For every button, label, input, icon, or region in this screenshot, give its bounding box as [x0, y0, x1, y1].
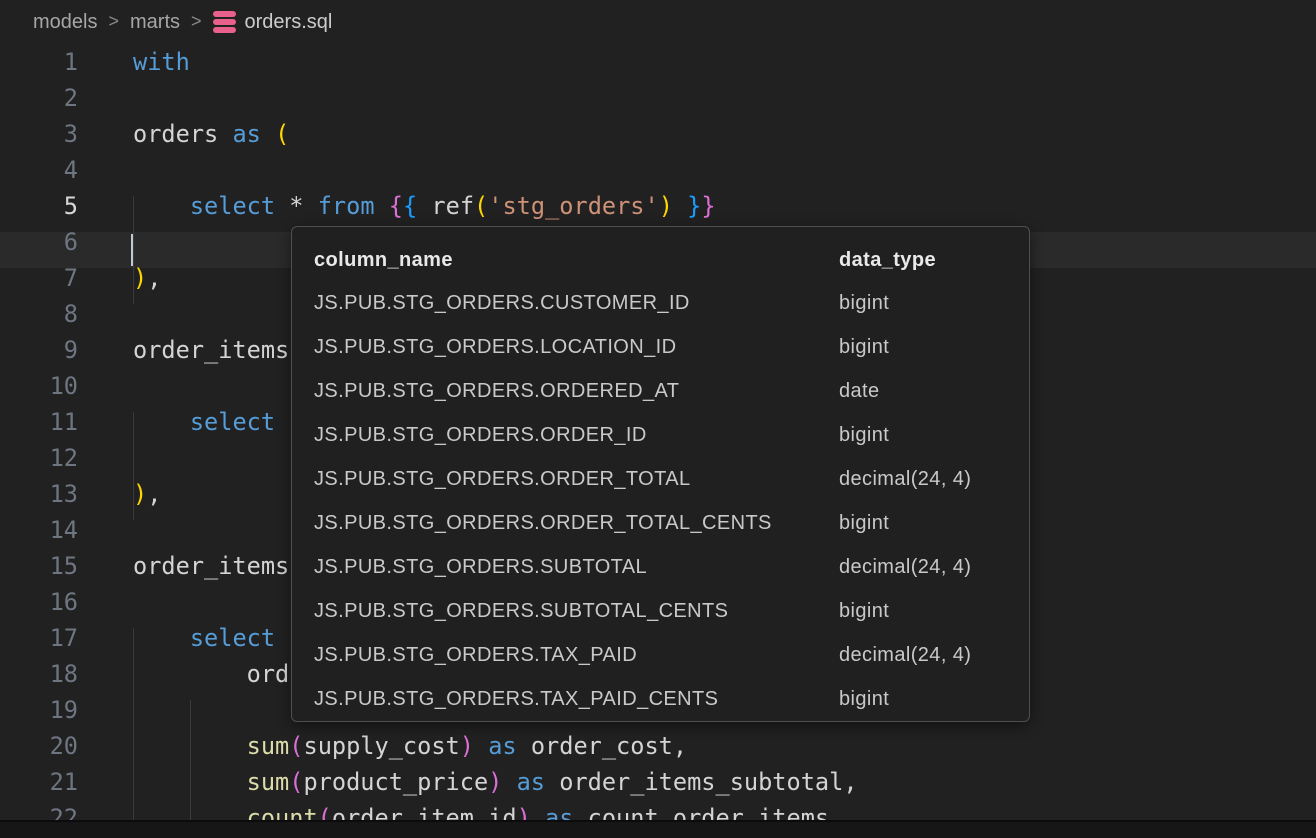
popup-row: JS.PUB.STG_ORDERS.SUBTOTAL_CENTSbigint	[292, 589, 1029, 633]
chevron-right-icon: >	[108, 11, 119, 32]
popup-cell-data-type: decimal(24, 4)	[839, 644, 1007, 667]
line-number: 8	[0, 296, 78, 332]
popup-rows: JS.PUB.STG_ORDERS.CUSTOMER_IDbigintJS.PU…	[292, 281, 1029, 721]
popup-cell-data-type: bigint	[839, 292, 1007, 315]
code-text	[78, 368, 133, 404]
popup-cell-column-name: JS.PUB.STG_ORDERS.ORDER_TOTAL_CENTS	[314, 512, 839, 535]
code-text	[78, 224, 133, 260]
code-text	[78, 152, 133, 188]
line-number: 19	[0, 692, 78, 728]
line-number: 14	[0, 512, 78, 548]
breadcrumb: models > marts > orders.sql	[0, 0, 1316, 44]
popup-cell-data-type: decimal(24, 4)	[839, 556, 1007, 579]
popup-cell-column-name: JS.PUB.STG_ORDERS.ORDER_TOTAL	[314, 468, 839, 491]
popup-cell-data-type: bigint	[839, 600, 1007, 623]
code-text: ),	[78, 260, 161, 296]
code-line[interactable]: 4	[0, 152, 1316, 188]
line-number: 16	[0, 584, 78, 620]
code-text	[78, 512, 133, 548]
popup-cell-data-type: bigint	[839, 336, 1007, 359]
popup-cell-data-type: bigint	[839, 424, 1007, 447]
popup-cell-column-name: JS.PUB.STG_ORDERS.ORDER_ID	[314, 424, 839, 447]
popup-header-data-type: data_type	[839, 249, 1007, 272]
code-text: select	[78, 404, 275, 440]
code-text: order_items	[78, 548, 289, 584]
popup-cell-data-type: bigint	[839, 512, 1007, 535]
popup-row: JS.PUB.STG_ORDERS.ORDERED_ATdate	[292, 369, 1029, 413]
popup-cell-column-name: JS.PUB.STG_ORDERS.TAX_PAID	[314, 644, 839, 667]
code-text: with	[78, 44, 190, 80]
database-icon	[213, 11, 236, 33]
line-number: 3	[0, 116, 78, 152]
code-line[interactable]: 21 sum(product_price) as order_items_sub…	[0, 764, 1316, 800]
breadcrumb-item-models[interactable]: models	[33, 11, 97, 34]
code-text: ord	[78, 656, 289, 692]
code-line[interactable]: 1with	[0, 44, 1316, 80]
code-text: sum(supply_cost) as order_cost,	[78, 728, 687, 764]
breadcrumb-item-marts[interactable]: marts	[130, 11, 180, 34]
popup-cell-data-type: date	[839, 380, 1007, 403]
line-number: 18	[0, 656, 78, 692]
line-number: 7	[0, 260, 78, 296]
code-text: sum(product_price) as order_items_subtot…	[78, 764, 858, 800]
popup-row: JS.PUB.STG_ORDERS.ORDER_TOTALdecimal(24,…	[292, 457, 1029, 501]
code-line[interactable]: 3orders as (	[0, 116, 1316, 152]
popup-cell-data-type: bigint	[839, 688, 1007, 711]
line-number: 6	[0, 224, 78, 260]
popup-cell-column-name: JS.PUB.STG_ORDERS.CUSTOMER_ID	[314, 292, 839, 315]
code-text	[78, 584, 133, 620]
popup-cell-column-name: JS.PUB.STG_ORDERS.LOCATION_ID	[314, 336, 839, 359]
code-editor-window: models > marts > orders.sql 1with23order…	[0, 0, 1316, 838]
code-line[interactable]: 20 sum(supply_cost) as order_cost,	[0, 728, 1316, 764]
column-info-popup: column_name data_type JS.PUB.STG_ORDERS.…	[291, 226, 1030, 722]
popup-cell-data-type: decimal(24, 4)	[839, 468, 1007, 491]
line-number: 17	[0, 620, 78, 656]
line-number: 21	[0, 764, 78, 800]
popup-header-column-name: column_name	[314, 249, 839, 272]
line-number: 15	[0, 548, 78, 584]
line-number: 1	[0, 44, 78, 80]
code-text	[78, 80, 133, 116]
code-line[interactable]: 5 select * from {{ ref('stg_orders') }}	[0, 188, 1316, 224]
popup-row: JS.PUB.STG_ORDERS.ORDER_IDbigint	[292, 413, 1029, 457]
popup-row: JS.PUB.STG_ORDERS.TAX_PAIDdecimal(24, 4)	[292, 633, 1029, 677]
popup-cell-column-name: JS.PUB.STG_ORDERS.TAX_PAID_CENTS	[314, 688, 839, 711]
code-text	[78, 440, 133, 476]
chevron-right-icon: >	[191, 11, 202, 32]
popup-cell-column-name: JS.PUB.STG_ORDERS.SUBTOTAL_CENTS	[314, 600, 839, 623]
line-number: 10	[0, 368, 78, 404]
code-text: orders as (	[78, 116, 289, 152]
popup-row: JS.PUB.STG_ORDERS.LOCATION_IDbigint	[292, 325, 1029, 369]
line-number: 13	[0, 476, 78, 512]
line-number: 5	[0, 188, 78, 224]
popup-row: JS.PUB.STG_ORDERS.CUSTOMER_IDbigint	[292, 281, 1029, 325]
breadcrumb-file-label: orders.sql	[245, 11, 333, 34]
code-text: select	[78, 620, 275, 656]
line-number: 12	[0, 440, 78, 476]
code-text	[78, 692, 133, 728]
code-line[interactable]: 2	[0, 80, 1316, 116]
breadcrumb-file[interactable]: orders.sql	[213, 11, 333, 34]
line-number: 20	[0, 728, 78, 764]
text-cursor	[131, 234, 133, 266]
code-text	[78, 296, 133, 332]
line-number: 4	[0, 152, 78, 188]
panel-edge	[0, 820, 1316, 838]
line-number: 11	[0, 404, 78, 440]
code-text: select * from {{ ref('stg_orders') }}	[78, 188, 716, 224]
popup-row: JS.PUB.STG_ORDERS.TAX_PAID_CENTSbigint	[292, 677, 1029, 721]
popup-row: JS.PUB.STG_ORDERS.ORDER_TOTAL_CENTSbigin…	[292, 501, 1029, 545]
line-number: 2	[0, 80, 78, 116]
code-text: order_items	[78, 332, 289, 368]
popup-cell-column-name: JS.PUB.STG_ORDERS.ORDERED_AT	[314, 380, 839, 403]
popup-row: JS.PUB.STG_ORDERS.SUBTOTALdecimal(24, 4)	[292, 545, 1029, 589]
popup-header-row: column_name data_type	[292, 239, 1029, 281]
popup-cell-column-name: JS.PUB.STG_ORDERS.SUBTOTAL	[314, 556, 839, 579]
code-text: ),	[78, 476, 161, 512]
line-number: 9	[0, 332, 78, 368]
